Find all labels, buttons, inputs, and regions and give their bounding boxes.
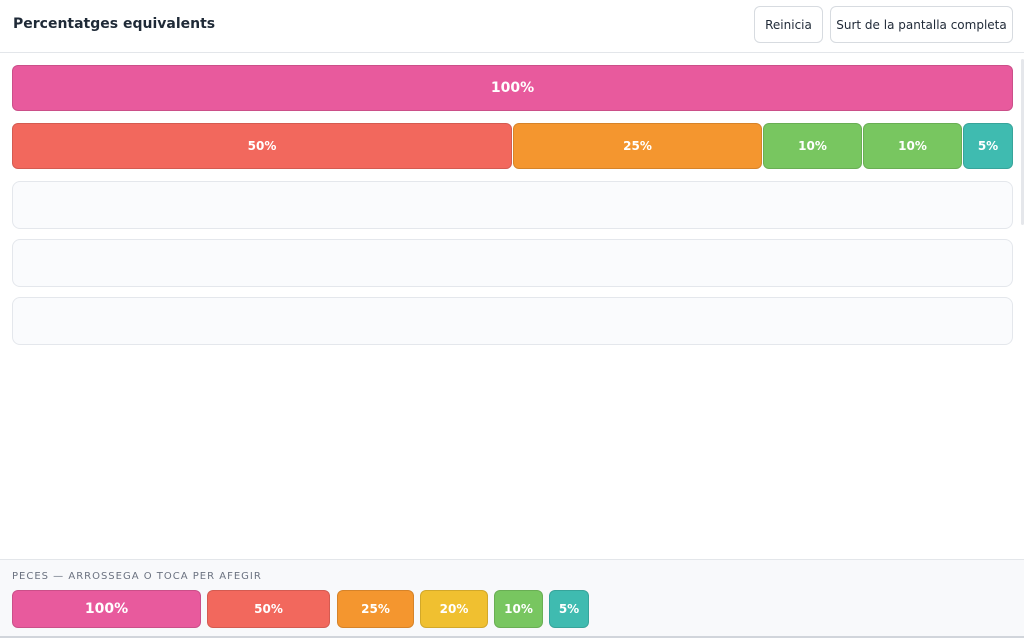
page-title: Percentatges equivalents — [13, 16, 216, 32]
pieces-tray: PECES — ARROSSEGA O TOCA PER AFEGIR 100%… — [0, 559, 1024, 638]
tray-piece[interactable]: 5% — [549, 590, 589, 628]
row-piece[interactable]: 50% — [12, 123, 512, 169]
exit-fullscreen-button[interactable]: Surt de la pantalla completa — [830, 6, 1013, 43]
row-piece[interactable]: 10% — [763, 123, 862, 169]
reset-button[interactable]: Reinicia — [754, 6, 823, 43]
row-piece[interactable]: 5% — [963, 123, 1013, 169]
tray-piece[interactable]: 50% — [207, 590, 330, 628]
row-piece[interactable]: 25% — [513, 123, 762, 169]
fraction-row[interactable] — [12, 181, 1013, 229]
fraction-row: 50% 25% 10% 10% 5% — [12, 123, 1013, 171]
fraction-row[interactable] — [12, 297, 1013, 345]
tray-piece[interactable]: 10% — [494, 590, 543, 628]
tray-piece[interactable]: 25% — [337, 590, 414, 628]
tray-piece[interactable]: 100% — [12, 590, 201, 628]
fraction-row[interactable] — [12, 239, 1013, 287]
fraction-row: 100% — [12, 65, 1013, 113]
tray-label: PECES — ARROSSEGA O TOCA PER AFEGIR — [12, 571, 262, 582]
row-piece[interactable]: 100% — [12, 65, 1013, 111]
row-piece[interactable]: 10% — [863, 123, 962, 169]
tray-piece[interactable]: 20% — [420, 590, 488, 628]
app-header: Percentatges equivalents Reinicia Surt d… — [0, 0, 1024, 53]
